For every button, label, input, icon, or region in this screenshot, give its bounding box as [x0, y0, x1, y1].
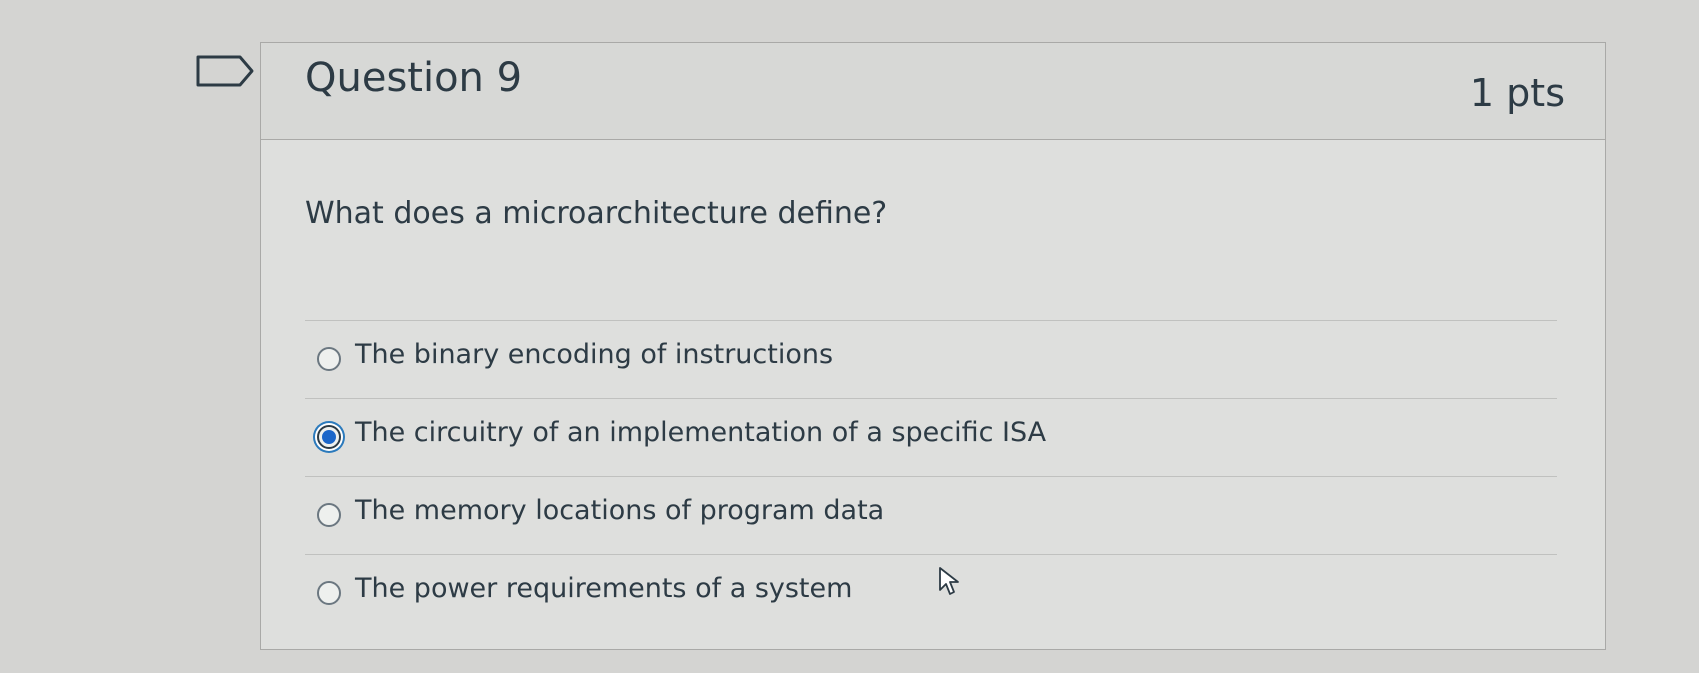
answer-option[interactable]: The binary encoding of instructions	[305, 320, 1557, 398]
question-card: Question 9 1 pts What does a microarchit…	[260, 42, 1606, 650]
answer-option[interactable]: The circuitry of an implementation of a …	[305, 398, 1557, 476]
radio-button-selected[interactable]	[317, 425, 341, 449]
answer-label[interactable]: The binary encoding of instructions	[355, 339, 833, 370]
radio-button[interactable]	[317, 503, 341, 527]
flag-question-icon[interactable]	[196, 55, 254, 87]
question-text: What does a microarchitecture define?	[305, 196, 888, 231]
cursor-arrow-icon	[939, 567, 959, 595]
radio-button[interactable]	[317, 581, 341, 605]
answer-label[interactable]: The circuitry of an implementation of a …	[355, 417, 1046, 448]
answer-label[interactable]: The power requirements of a system	[355, 573, 852, 604]
answer-option[interactable]: The memory locations of program data	[305, 476, 1557, 554]
question-title: Question 9	[305, 55, 523, 101]
radio-button[interactable]	[317, 347, 341, 371]
question-header: Question 9 1 pts	[261, 43, 1605, 140]
answer-list: The binary encoding of instructions The …	[305, 320, 1557, 632]
answer-option[interactable]: The power requirements of a system	[305, 554, 1557, 632]
answer-label[interactable]: The memory locations of program data	[355, 495, 884, 526]
question-points: 1 pts	[1469, 71, 1565, 115]
